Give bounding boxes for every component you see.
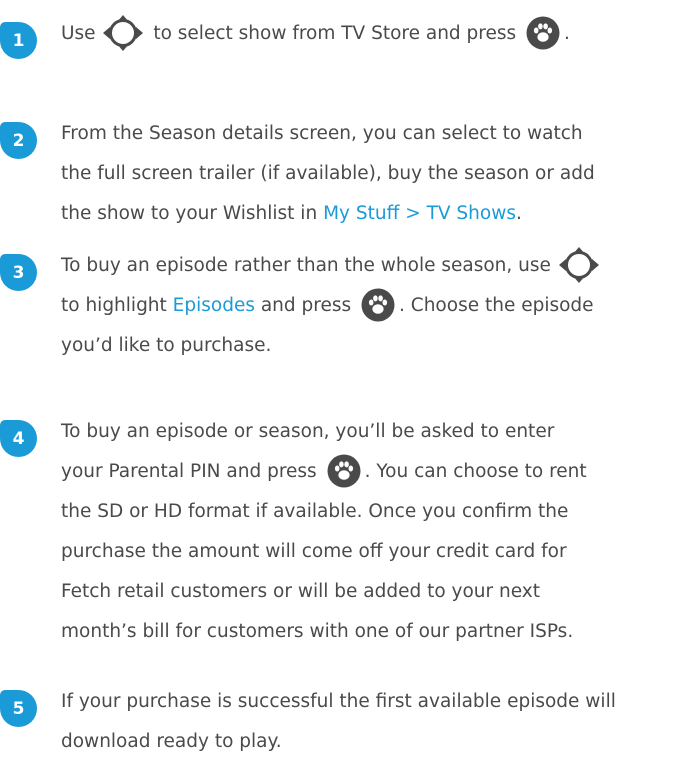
step-number-badge: 4 bbox=[0, 420, 37, 457]
paw-ok-button-icon bbox=[526, 16, 560, 50]
text-run: . You can choose to rent bbox=[364, 461, 587, 482]
text-run: Fetch retail customers or will be added … bbox=[61, 581, 540, 602]
text-run: purchase the amount will come off your c… bbox=[61, 541, 567, 562]
inline-link-episodes[interactable]: Episodes bbox=[173, 295, 255, 316]
step-text-line: To buy an episode or season, you’ll be a… bbox=[61, 412, 679, 452]
text-run: the full screen trailer (if available), … bbox=[61, 163, 595, 184]
step-text: Use to select show from TV Store and pre… bbox=[61, 14, 679, 54]
dpad-navigation-icon bbox=[558, 247, 599, 283]
step-text-line: purchase the amount will come off your c… bbox=[61, 532, 679, 572]
dpad-navigation-icon bbox=[103, 15, 144, 51]
step-text: To buy an episode rather than the whole … bbox=[61, 246, 679, 366]
step-text-line: download ready to play. bbox=[61, 722, 679, 762]
text-run: . Choose the episode bbox=[399, 295, 594, 316]
text-run: From the Season details screen, you can … bbox=[61, 123, 583, 144]
text-run: your Parental PIN and press bbox=[61, 461, 323, 482]
paw-ok-button-icon bbox=[327, 454, 361, 488]
text-run: the SD or HD format if available. Once y… bbox=[61, 501, 569, 522]
step-text: If your purchase is successful the first… bbox=[61, 682, 679, 762]
text-run: to select show from TV Store and press bbox=[147, 23, 523, 44]
text-run: . bbox=[564, 23, 570, 44]
step-text-line: month’s bill for customers with one of o… bbox=[61, 612, 679, 652]
text-run: Use bbox=[61, 23, 102, 44]
text-run: you’d like to purchase. bbox=[61, 335, 272, 356]
step-text-line: the show to your Wishlist in My Stuff > … bbox=[61, 194, 679, 234]
step-number-badge: 2 bbox=[0, 122, 37, 159]
step-number-badge: 1 bbox=[0, 22, 37, 59]
step-text-line: Use to select show from TV Store and pre… bbox=[61, 14, 679, 54]
step-text-line: To buy an episode rather than the whole … bbox=[61, 246, 679, 286]
text-run: To buy an episode or season, you’ll be a… bbox=[61, 421, 555, 442]
paw-ok-button-icon bbox=[361, 288, 395, 322]
step-text-line: your Parental PIN and press . You can ch… bbox=[61, 452, 679, 492]
step-text-line: you’d like to purchase. bbox=[61, 326, 679, 366]
text-run: the show to your Wishlist in bbox=[61, 203, 324, 224]
step-text: From the Season details screen, you can … bbox=[61, 114, 679, 234]
text-run: month’s bill for customers with one of o… bbox=[61, 621, 574, 642]
step-text-line: From the Season details screen, you can … bbox=[61, 114, 679, 154]
step-text-line: the SD or HD format if available. Once y… bbox=[61, 492, 679, 532]
text-run: To buy an episode rather than the whole … bbox=[61, 255, 557, 276]
step-text: To buy an episode or season, you’ll be a… bbox=[61, 412, 679, 652]
step-text-line: Fetch retail customers or will be added … bbox=[61, 572, 679, 612]
text-run: If your purchase is successful the first… bbox=[61, 691, 616, 712]
text-run: . bbox=[515, 203, 522, 224]
text-run: and press bbox=[254, 295, 358, 316]
step-number-badge: 5 bbox=[0, 690, 37, 727]
step-text-line: to highlight Episodes and press . Choose… bbox=[61, 286, 679, 326]
step-number-badge: 3 bbox=[0, 254, 37, 291]
text-run: download ready to play. bbox=[61, 731, 282, 752]
inline-link-my-stuff-tv-shows[interactable]: My Stuff > TV Shows bbox=[323, 203, 516, 224]
step-text-line: If your purchase is successful the first… bbox=[61, 682, 679, 722]
step-text-line: the full screen trailer (if available), … bbox=[61, 154, 679, 194]
text-run: to highlight bbox=[61, 295, 173, 316]
